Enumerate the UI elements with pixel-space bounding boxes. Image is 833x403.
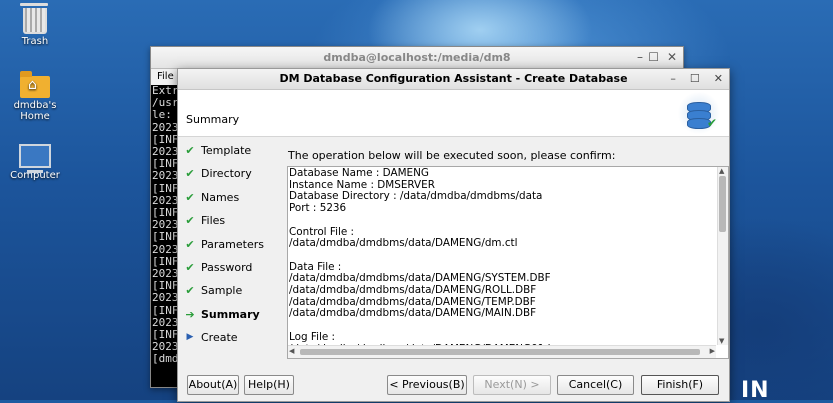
scroll-up-icon[interactable]: ▲ (719, 167, 724, 175)
close-icon[interactable]: ✕ (714, 69, 723, 89)
desktop-icon-trash[interactable]: Trash (0, 3, 70, 47)
minimize-icon[interactable]: – (637, 47, 643, 68)
terminal-line: [dmd (152, 352, 179, 366)
arrow-right-icon: ➔ (185, 307, 195, 321)
terminal-line: [INF (152, 230, 179, 244)
about-button[interactable]: About(A) (187, 375, 239, 395)
summary-line: /data/dmdba/dmdbms/data/DAMENG/ROLL.DBF (289, 284, 537, 296)
create-database-dialog[interactable]: DM Database Configuration Assistant - Cr… (177, 68, 730, 402)
terminal-titlebar[interactable]: dmdba@localhost:/media/dm8 – ☐ ✕ (151, 47, 683, 69)
maximize-icon[interactable]: ☐ (648, 47, 659, 68)
wizard-steps: ✔ Template ✔ Directory ✔ Names ✔ Files ✔ Paramete… (184, 139, 284, 350)
home-folder-icon (20, 71, 50, 98)
summary-line: /data/dmdba/dmdbms/data/DAMENG/MAIN.DBF (289, 307, 537, 320)
trash-icon (20, 3, 48, 34)
dialog-title: DM Database Configuration Assistant - Cr… (279, 72, 628, 85)
wizard-step-template: ✔ Template (184, 139, 284, 162)
page-title: Summary (186, 113, 240, 126)
checkmark-icon: ✔ (185, 144, 195, 157)
wizard-step-parameters: ✔ Parameters (184, 233, 284, 256)
wizard-step-sample: ✔ Sample (184, 279, 284, 302)
wizard-step-create: ▶ Create (184, 326, 284, 349)
scroll-down-icon[interactable]: ▼ (719, 337, 724, 345)
cancel-button[interactable]: Cancel(C) (557, 375, 634, 395)
summary-line: Port : 5236 (289, 202, 347, 215)
summary-line: /data/dmdba/dmdbms/data/DAMENG/dm.ctl (289, 237, 518, 250)
checkmark-icon: ✔ (185, 260, 195, 274)
summary-line (289, 215, 714, 227)
wizard-step-label: Directory (201, 167, 252, 181)
scrollbar-thumb[interactable] (300, 349, 700, 355)
desktop-icon-computer[interactable]: Computer (0, 144, 70, 181)
desktop-icon-label: Trash (21, 36, 49, 47)
desktop-icon-label: dmdba's Home (13, 100, 57, 122)
terminal-line: le: (152, 108, 179, 122)
checkmark-icon: ✔ (185, 214, 195, 228)
terminal-output[interactable]: Extr/usr le: 2023 [INF 2023 [INF 2023 [INF 2023… (151, 85, 180, 387)
finish-button[interactable]: Finish(F) (641, 375, 719, 395)
terminal-line: 2023 (152, 169, 179, 183)
horizontal-scrollbar[interactable]: ◀ ▶ (288, 345, 716, 358)
corner-logo-text: IN (741, 378, 770, 403)
previous-button[interactable]: < Previous(B) (387, 375, 467, 395)
wizard-step-label: Parameters (201, 237, 264, 251)
summary-line: Database Directory : /data/dmdba/dmdbms/… (289, 190, 543, 203)
close-icon[interactable]: ✕ (667, 47, 677, 68)
wizard-step-label: Summary (201, 307, 260, 321)
summary-textarea[interactable]: Database Name : DAMENG Instance Name : DM… (287, 166, 729, 359)
summary-line: Log File : (289, 330, 336, 343)
terminal-line: 2023 (152, 291, 179, 305)
terminal-line: 2023 (152, 120, 179, 134)
terminal-line: [INF (152, 181, 179, 195)
summary-line (289, 250, 714, 262)
database-icon: ✔ (677, 92, 721, 134)
desktop-icon-home[interactable]: dmdba's Home (0, 71, 70, 122)
checkmark-icon: ✔ (185, 284, 195, 298)
help-button[interactable]: Help(H) (244, 375, 294, 395)
wizard-step-summary: ➔ Summary (184, 303, 284, 326)
wizard-step-label: Template (201, 144, 252, 157)
terminal-line: 2023 (152, 242, 179, 256)
wizard-step-label: Password (201, 260, 253, 274)
summary-content: Database Name : DAMENG Instance Name : DM… (289, 167, 714, 355)
triangle-right-icon: ▶ (186, 332, 194, 343)
checkmark-icon: ✔ (185, 190, 195, 204)
confirm-prompt: The operation below will be executed soo… (288, 149, 616, 162)
scroll-left-icon[interactable]: ◀ (289, 347, 294, 355)
wizard-step-label: Create (201, 331, 238, 345)
terminal-title: dmdba@localhost:/media/dm8 (323, 51, 511, 64)
checkmark-icon: ✔ (185, 167, 195, 181)
minimize-icon[interactable]: – (670, 69, 676, 89)
wizard-step-label: Files (201, 214, 226, 228)
computer-icon (19, 144, 51, 173)
dialog-header: Summary ✔ (178, 90, 729, 137)
wizard-step-label: Names (201, 190, 240, 204)
menu-file[interactable]: File (157, 71, 174, 82)
wizard-step-password: ✔ Password (184, 256, 284, 279)
wizard-step-names: ✔ Names (184, 186, 284, 209)
wizard-step-files: ✔ Files (184, 209, 284, 232)
maximize-icon[interactable]: ☐ (690, 69, 700, 89)
summary-line: Database Name : DAMENG (289, 167, 429, 179)
checkmark-icon: ✔ (185, 237, 195, 251)
vertical-scrollbar[interactable]: ▲ ▼ (717, 167, 728, 345)
dialog-buttons: About(A) Help(H) < Previous(B) Next(N) >… (178, 375, 729, 397)
dialog-titlebar[interactable]: DM Database Configuration Assistant - Cr… (178, 69, 729, 90)
summary-panel: The operation below will be executed soo… (287, 139, 729, 367)
summary-line (289, 320, 714, 332)
next-button[interactable]: Next(N) > (473, 375, 551, 395)
wizard-step-directory: ✔ Directory (184, 162, 284, 185)
wizard-step-label: Sample (201, 284, 243, 298)
scroll-right-icon[interactable]: ▶ (710, 347, 715, 355)
scrollbar-thumb[interactable] (719, 176, 726, 232)
